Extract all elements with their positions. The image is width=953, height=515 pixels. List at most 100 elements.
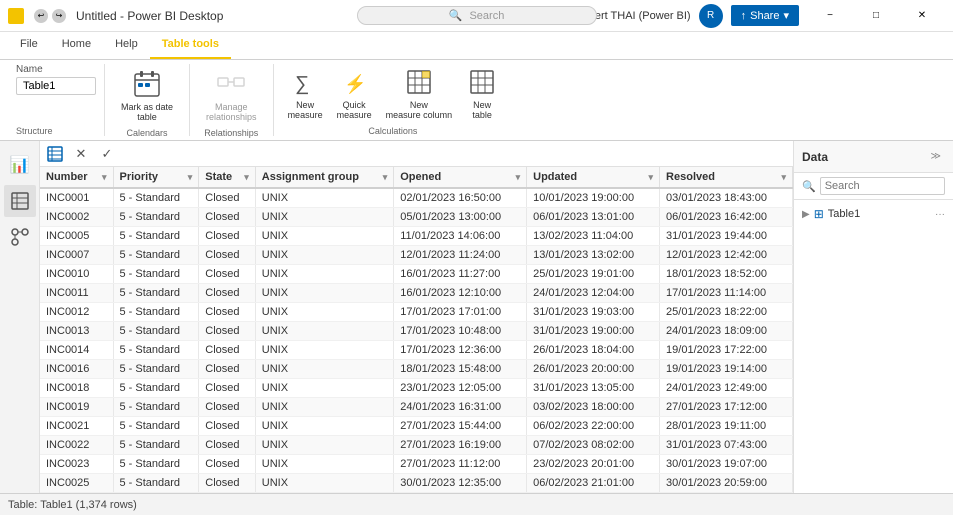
col-number[interactable]: Number ▾: [40, 167, 113, 188]
filter-state[interactable]: ▾: [244, 172, 249, 183]
cell-priority: 5 - Standard: [113, 284, 199, 303]
table-row[interactable]: INC00195 - StandardClosedUNIX24/01/2023 …: [40, 398, 793, 417]
col-priority[interactable]: Priority ▾: [113, 167, 199, 188]
table-row[interactable]: INC00235 - StandardClosedUNIX27/01/2023 …: [40, 455, 793, 474]
cell-resolved: 03/01/2023 18:43:00: [660, 188, 793, 208]
filter-updated[interactable]: ▾: [649, 172, 654, 183]
filter-opened[interactable]: ▾: [516, 172, 521, 183]
commit-button[interactable]: ✓: [96, 143, 118, 165]
cell-resolved: 30/01/2023 19:07:00: [660, 455, 793, 474]
ribbon-group-calculations: ∑ Newmeasure ⚡ Quickmeasure: [274, 64, 513, 136]
quick-measure-button[interactable]: ⚡ Quickmeasure: [331, 64, 378, 122]
cell-number: INC0011: [40, 284, 113, 303]
table-row[interactable]: INC00025 - StandardClosedUNIX05/01/2023 …: [40, 208, 793, 227]
table-row[interactable]: INC00105 - StandardClosedUNIX16/01/2023 …: [40, 265, 793, 284]
col-updated[interactable]: Updated ▾: [527, 167, 660, 188]
filter-priority[interactable]: ▾: [188, 172, 193, 183]
data-search-input[interactable]: [820, 177, 945, 195]
tab-home[interactable]: Home: [50, 31, 103, 59]
filter-assignment-group[interactable]: ▾: [383, 172, 388, 183]
table-row[interactable]: INC00125 - StandardClosedUNIX17/01/2023 …: [40, 303, 793, 322]
search-bar[interactable]: 🔍 Search: [357, 6, 597, 25]
cell-resolved: 24/01/2023 12:49:00: [660, 379, 793, 398]
status-text: Table: Table1 (1,374 rows): [8, 499, 137, 511]
new-measure-label: Newmeasure: [288, 100, 323, 120]
new-table-button[interactable]: Newtable: [460, 64, 504, 122]
right-panel-collapse[interactable]: ≫: [927, 147, 945, 166]
cell-state: Closed: [199, 322, 256, 341]
col-resolved[interactable]: Resolved ▾: [660, 167, 793, 188]
discard-button[interactable]: ✕: [70, 143, 92, 165]
col-assignment-group[interactable]: Assignment group ▾: [255, 167, 393, 188]
table-row[interactable]: INC00015 - StandardClosedUNIX02/01/2023 …: [40, 188, 793, 208]
cell-number: INC0026: [40, 493, 113, 494]
table-row[interactable]: INC00185 - StandardClosedUNIX23/01/2023 …: [40, 379, 793, 398]
table-row[interactable]: INC00055 - StandardClosedUNIX11/01/2023 …: [40, 227, 793, 246]
new-measure-column-button[interactable]: Newmeasure column: [380, 64, 459, 122]
cell-number: INC0014: [40, 341, 113, 360]
table-row[interactable]: INC00075 - StandardClosedUNIX12/01/2023 …: [40, 246, 793, 265]
left-sidebar: 📊: [0, 141, 40, 493]
sidebar-icon-data[interactable]: [4, 185, 36, 217]
manage-relationships-button[interactable]: Managerelationships: [198, 64, 265, 126]
table-row[interactable]: INC00165 - StandardClosedUNIX18/01/2023 …: [40, 360, 793, 379]
cell-number: INC0019: [40, 398, 113, 417]
table-row[interactable]: INC00135 - StandardClosedUNIX17/01/2023 …: [40, 322, 793, 341]
table-row[interactable]: INC00225 - StandardClosedUNIX27/01/2023 …: [40, 436, 793, 455]
tree-expand-icon[interactable]: ▶: [802, 209, 810, 220]
redo-btn[interactable]: ↪: [52, 9, 66, 23]
new-measure-button[interactable]: ∑ Newmeasure: [282, 64, 329, 122]
cell-opened: 18/01/2023 15:48:00: [394, 360, 527, 379]
share-button[interactable]: ↑ Share ▾: [731, 5, 799, 26]
cell-priority: 5 - Standard: [113, 493, 199, 494]
cell-number: INC0023: [40, 455, 113, 474]
tab-table-tools[interactable]: Table tools: [150, 31, 231, 59]
table-icon: ⊞: [814, 207, 824, 221]
mark-as-date-table-button[interactable]: Mark as datetable: [113, 64, 181, 126]
table-name-input[interactable]: [16, 77, 96, 95]
sidebar-icon-model[interactable]: [4, 221, 36, 253]
cell-assignment_group: UNIX: [255, 398, 393, 417]
table-row[interactable]: INC00215 - StandardClosedUNIX27/01/2023 …: [40, 417, 793, 436]
table-row[interactable]: INC00115 - StandardClosedUNIX16/01/2023 …: [40, 284, 793, 303]
cell-updated: 07/02/2023 08:02:00: [527, 436, 660, 455]
maximize-button[interactable]: □: [853, 0, 899, 32]
cell-number: INC0002: [40, 208, 113, 227]
cell-priority: 5 - Standard: [113, 417, 199, 436]
table-view-button[interactable]: [44, 143, 66, 165]
window-controls: − □ ✕: [807, 0, 945, 32]
quick-measure-icon: ⚡: [338, 66, 370, 98]
tab-help[interactable]: Help: [103, 31, 150, 59]
table-row[interactable]: INC00255 - StandardClosedUNIX30/01/2023 …: [40, 474, 793, 493]
col-opened[interactable]: Opened ▾: [394, 167, 527, 188]
close-button[interactable]: ✕: [899, 0, 945, 32]
minimize-button[interactable]: −: [807, 0, 853, 32]
col-state[interactable]: State ▾: [199, 167, 256, 188]
table-row[interactable]: INC00145 - StandardClosedUNIX17/01/2023 …: [40, 341, 793, 360]
cell-priority: 5 - Standard: [113, 436, 199, 455]
tree-item-table1[interactable]: ▶ ⊞ Table1 ···: [794, 204, 953, 224]
cell-assignment_group: UNIX: [255, 341, 393, 360]
cell-resolved: 17/01/2023 11:14:00: [660, 284, 793, 303]
ribbon-group-structure: Name Structure: [8, 64, 105, 136]
cell-number: INC0025: [40, 474, 113, 493]
cell-priority: 5 - Standard: [113, 303, 199, 322]
tree-item-options[interactable]: ···: [935, 209, 945, 220]
cell-opened: 12/01/2023 11:24:00: [394, 246, 527, 265]
app-title: Untitled - Power BI Desktop: [76, 9, 223, 23]
table-container[interactable]: Number ▾ Priority ▾ Stat: [40, 167, 793, 493]
cell-opened: 23/01/2023 12:05:00: [394, 379, 527, 398]
filter-resolved[interactable]: ▾: [781, 172, 786, 183]
cell-updated: 26/01/2023 18:04:00: [527, 341, 660, 360]
cell-state: Closed: [199, 265, 256, 284]
cell-state: Closed: [199, 360, 256, 379]
table-row[interactable]: INC00265 - StandardClosedUNIX30/01/2023 …: [40, 493, 793, 494]
undo-btn[interactable]: ↩: [34, 9, 48, 23]
cell-resolved: 31/01/2023 07:43:00: [660, 436, 793, 455]
cell-opened: 30/01/2023 12:35:00: [394, 474, 527, 493]
share-dropdown-icon: ▾: [783, 9, 789, 22]
title-bar: ↩ ↪ Untitled - Power BI Desktop 🔍 Search…: [0, 0, 953, 32]
sidebar-icon-report[interactable]: 📊: [4, 149, 36, 181]
tab-file[interactable]: File: [8, 31, 50, 59]
filter-number[interactable]: ▾: [102, 172, 107, 183]
